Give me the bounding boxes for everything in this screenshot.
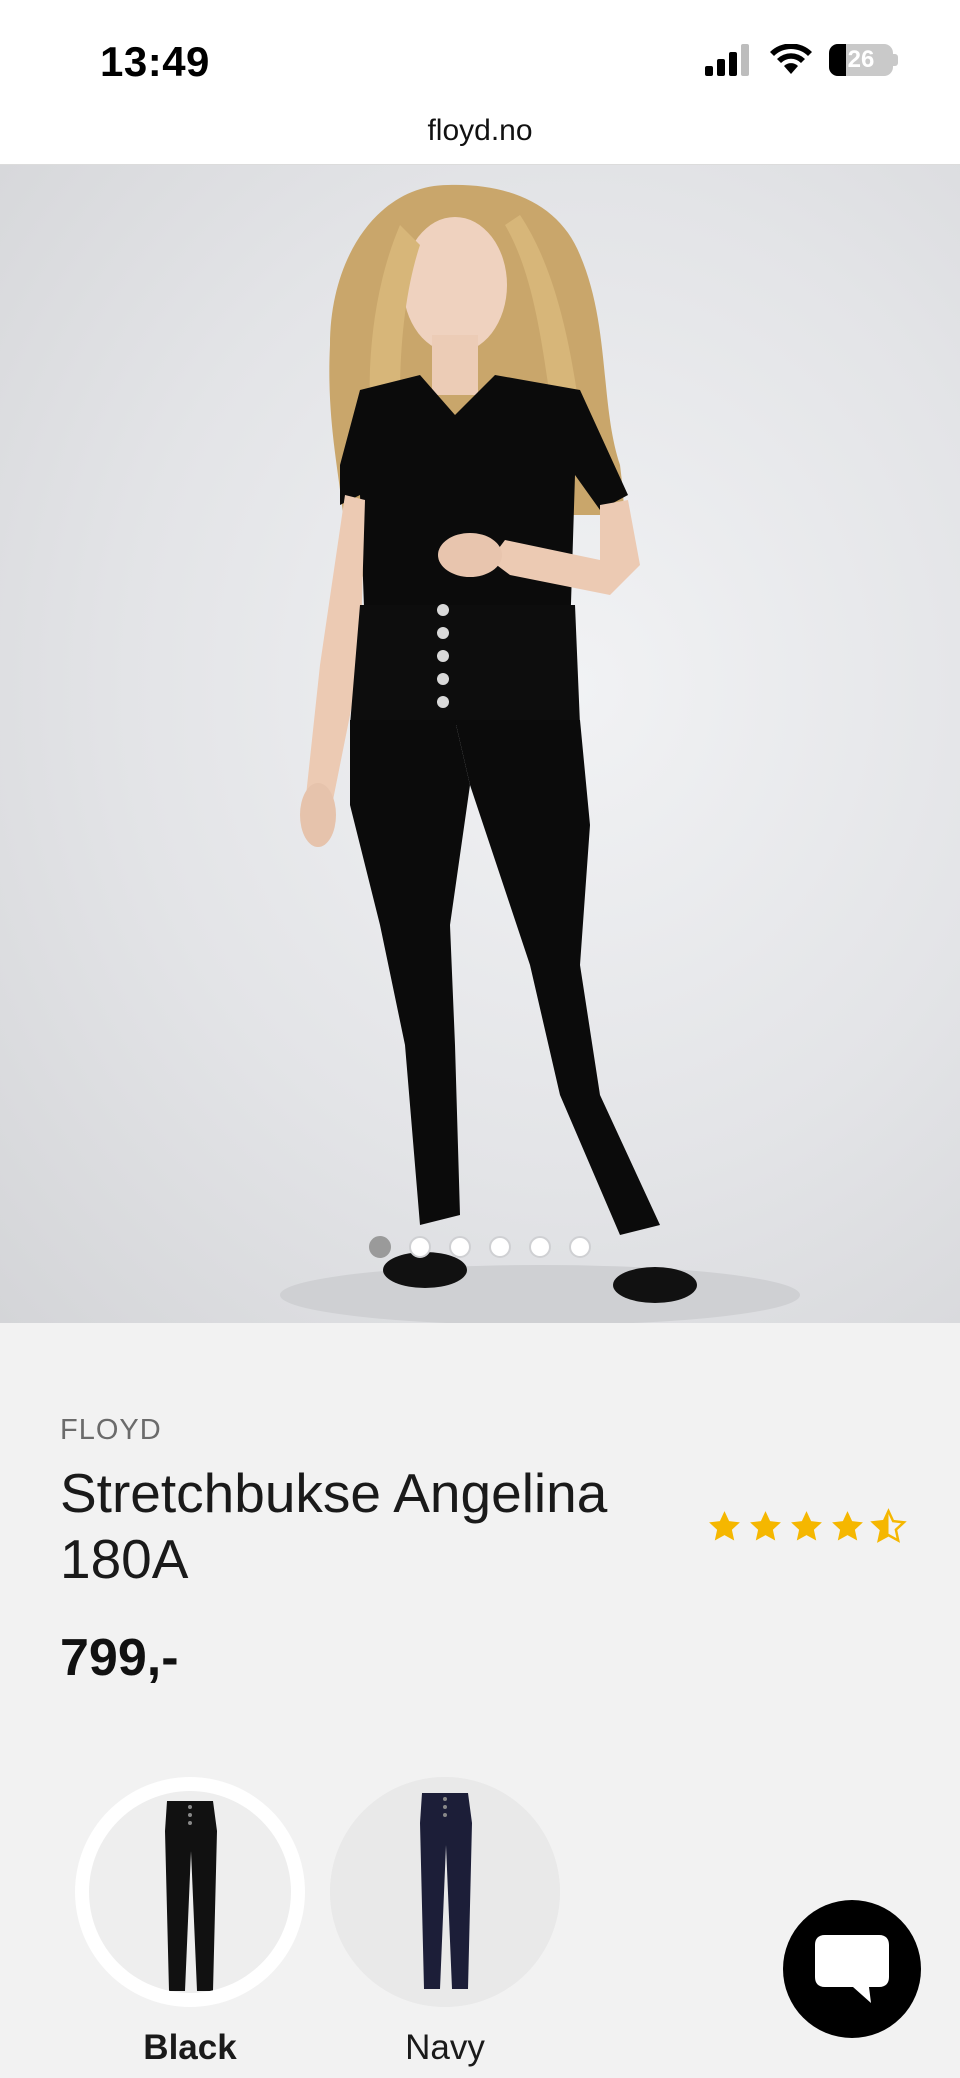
wifi-icon [770, 44, 812, 74]
carousel-dot[interactable] [449, 1236, 471, 1258]
star-half-icon [870, 1508, 907, 1543]
status-bar: 13:49 26 [0, 0, 960, 118]
carousel-dots [0, 1236, 960, 1258]
star-full-icon [832, 1511, 863, 1541]
url-text: floyd.no [427, 114, 533, 147]
chat-bubble-icon [815, 1935, 889, 2003]
carousel-dot[interactable] [369, 1236, 391, 1258]
color-swatch-navy[interactable] [330, 1777, 560, 2007]
status-icons: 26 [705, 44, 898, 76]
star-full-icon [750, 1511, 781, 1541]
carousel-dot[interactable] [409, 1236, 431, 1258]
status-time: 13:49 [100, 38, 210, 85]
pants-thumbnail [420, 1793, 472, 1989]
rating-stars[interactable] [706, 1508, 907, 1545]
battery-level: 26 [847, 46, 875, 73]
color-swatch-black[interactable] [75, 1777, 305, 2007]
carousel-dot[interactable] [569, 1236, 591, 1258]
address-bar[interactable]: floyd.no [0, 110, 960, 165]
product-photo [280, 184, 800, 1323]
chat-button[interactable] [783, 1900, 921, 2038]
color-label-black[interactable]: Black [90, 2028, 290, 2068]
product-price: 799,- [60, 1629, 179, 1687]
battery-icon: 26 [829, 44, 898, 76]
star-full-icon [791, 1511, 822, 1541]
product-image-carousel[interactable] [0, 165, 960, 1323]
pants-thumbnail [165, 1801, 217, 1991]
signal-icon [705, 44, 749, 76]
color-label-navy[interactable]: Navy [345, 2028, 545, 2068]
carousel-dot[interactable] [489, 1236, 511, 1258]
carousel-dot[interactable] [529, 1236, 551, 1258]
product-brand[interactable]: FLOYD [60, 1414, 162, 1447]
product-title: Stretchbukse Angelina 180A [60, 1462, 608, 1590]
star-full-icon [709, 1511, 740, 1541]
